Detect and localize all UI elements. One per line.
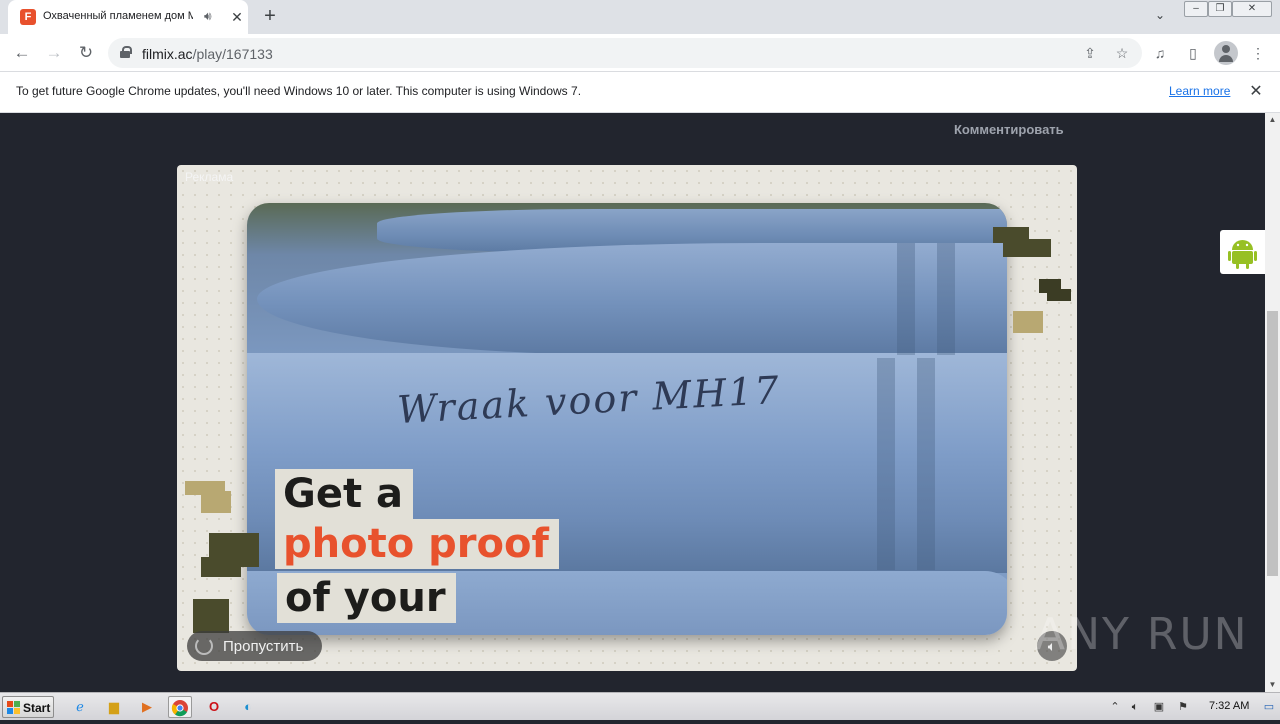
file-explorer-icon[interactable]: ▆ xyxy=(102,696,126,718)
start-label: Start xyxy=(23,701,51,715)
side-panel-icon[interactable]: ▯ xyxy=(1181,41,1205,65)
ad-video-frame[interactable]: Wraak voor MH17 xyxy=(247,203,1007,635)
shell-ring xyxy=(937,243,955,355)
loading-spinner-icon xyxy=(195,637,213,655)
anyrun-watermark: ANY RUN xyxy=(1035,609,1249,660)
window-close-button[interactable]: ✕ xyxy=(1232,1,1272,17)
back-arrow-icon[interactable]: ← xyxy=(10,41,34,65)
address-bar[interactable]: filmix.ac/play/167133 ⇪ ☆ xyxy=(108,38,1142,68)
shell-ring xyxy=(877,358,895,570)
ad-headline-line-1: Get a xyxy=(275,469,413,519)
minimize-button[interactable]: – xyxy=(1184,1,1208,17)
camo-pattern-decoration xyxy=(993,227,1071,333)
ad-label: Реклама xyxy=(185,170,234,184)
favicon-icon: F xyxy=(20,9,36,25)
url-host: filmix.ac xyxy=(142,46,193,62)
android-icon xyxy=(1228,240,1257,269)
restore-button[interactable]: ❐ xyxy=(1208,1,1232,17)
tab-title: Охваченный пламенем дом Мэ xyxy=(43,10,193,22)
update-infobar: To get future Google Chrome updates, you… xyxy=(0,72,1280,113)
media-control-icon[interactable]: ♫ xyxy=(1148,41,1172,65)
share-icon[interactable]: ⇪ xyxy=(1080,43,1100,63)
opera-icon[interactable]: O xyxy=(202,696,226,718)
windows-taskbar: Start ℯ ▆ ▶ O ◐ ⌃ 🔈︎ ▣ ⚑ 7:32 AM ▭ xyxy=(0,692,1280,720)
show-desktop-icon[interactable]: ▭ xyxy=(1261,698,1277,716)
windows-flag-icon xyxy=(7,701,20,714)
browser-tab[interactable]: F Охваченный пламенем дом Мэ 🔊︎ ✕ xyxy=(8,0,248,34)
android-app-button[interactable] xyxy=(1220,230,1265,274)
system-tray: ⌃ 🔈︎ ▣ ⚑ 7:32 AM ▭ xyxy=(1105,696,1280,718)
url-path: /play/167133 xyxy=(192,46,273,62)
ad-headline-line-3: of your xyxy=(277,573,456,623)
ad-player[interactable]: Реклама Wraak voor MH17 Get a photo proo… xyxy=(177,165,1077,671)
learn-more-link[interactable]: Learn more xyxy=(1169,84,1230,98)
taskbar-clock[interactable]: 7:32 AM xyxy=(1209,700,1249,712)
bookmark-star-icon[interactable]: ☆ xyxy=(1112,43,1132,63)
profile-avatar-icon[interactable] xyxy=(1214,41,1238,65)
volume-tray-icon[interactable]: 🔈︎ xyxy=(1127,698,1143,716)
ad-headline-line-2: photo proof xyxy=(275,519,559,569)
skip-ad-label: Пропустить xyxy=(223,638,304,655)
tab-search-chevron-icon[interactable]: ⌄ xyxy=(1150,8,1170,26)
scroll-up-arrow-icon[interactable]: ▲ xyxy=(1265,113,1280,127)
page-content: Комментировать Реклама Wraak voor MH17 G… xyxy=(0,113,1265,692)
tray-expand-icon[interactable]: ⌃ xyxy=(1107,698,1123,716)
comment-link[interactable]: Комментировать xyxy=(954,122,1064,137)
internet-explorer-icon[interactable]: ℯ xyxy=(68,696,92,718)
forward-arrow-icon[interactable]: → xyxy=(42,41,66,65)
media-player-icon[interactable]: ▶ xyxy=(135,696,159,718)
reload-icon[interactable]: ↻ xyxy=(74,41,98,65)
new-tab-button[interactable]: + xyxy=(258,5,282,29)
network-icon[interactable]: ▣ xyxy=(1151,698,1167,716)
close-tab-icon[interactable]: ✕ xyxy=(228,8,246,26)
browser-toolbar: ← → ↻ filmix.ac/play/167133 ⇪ ☆ ♫ ▯ ⋮ xyxy=(0,34,1280,72)
lock-icon[interactable] xyxy=(120,46,132,58)
chrome-icon xyxy=(171,700,188,717)
edge-icon[interactable]: ◐ xyxy=(236,696,260,718)
chrome-taskbar-icon[interactable] xyxy=(168,696,192,718)
page-scrollbar[interactable]: ▲ ▼ xyxy=(1265,113,1280,692)
artillery-shell-image xyxy=(257,243,1007,355)
start-button[interactable]: Start xyxy=(2,696,54,718)
skip-ad-button[interactable]: Пропустить xyxy=(187,631,322,661)
menu-kebab-icon[interactable]: ⋮ xyxy=(1246,41,1270,65)
action-center-flag-icon[interactable]: ⚑ xyxy=(1175,698,1191,716)
shell-ring xyxy=(917,358,935,570)
audio-playing-icon[interactable]: 🔊︎ xyxy=(204,9,220,25)
url-text[interactable]: filmix.ac/play/167133 xyxy=(142,46,273,62)
scroll-down-arrow-icon[interactable]: ▼ xyxy=(1265,678,1280,692)
infobar-close-icon[interactable]: ✕ xyxy=(1246,82,1266,102)
tab-strip: F Охваченный пламенем дом Мэ 🔊︎ ✕ + ⌄ – … xyxy=(0,0,1280,34)
infobar-message: To get future Google Chrome updates, you… xyxy=(16,84,582,98)
scrollbar-thumb[interactable] xyxy=(1267,311,1278,576)
shell-ring xyxy=(897,243,915,355)
